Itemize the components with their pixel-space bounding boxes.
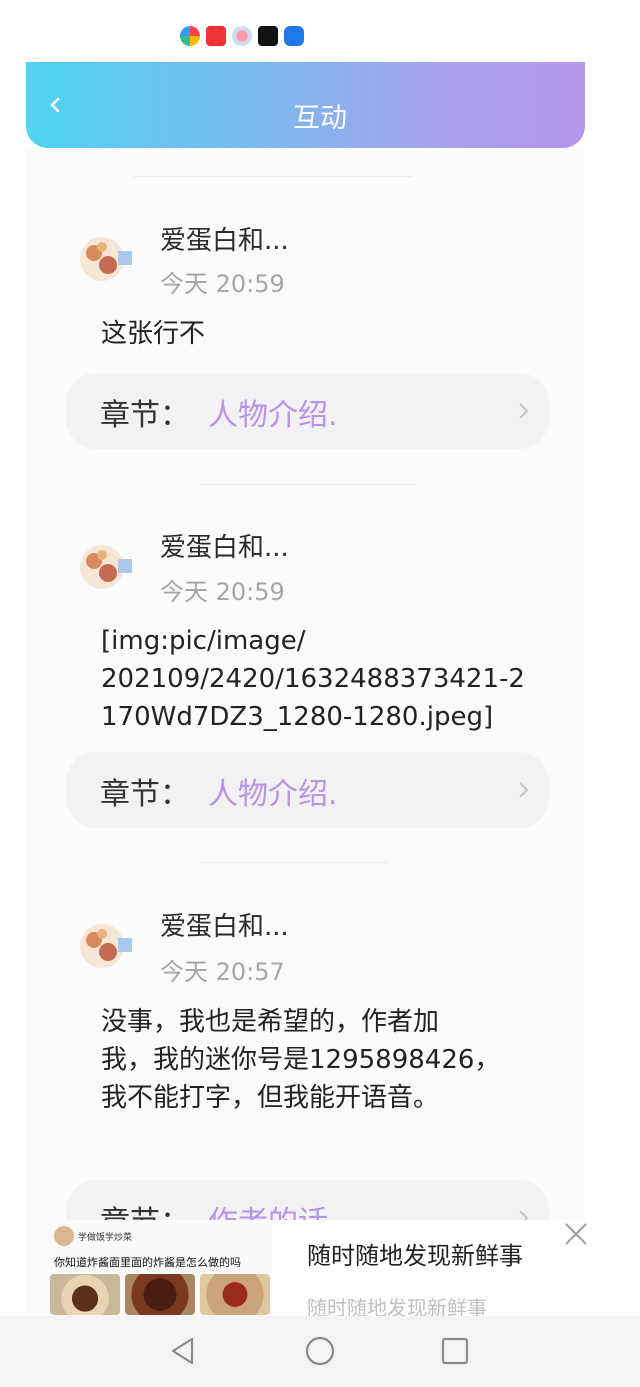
divider	[198, 484, 418, 485]
ad-banner[interactable]: 学做饭学炒菜 你知道炸酱面里面的炸酱是怎么做的吗 随时随地发现新鲜事 随时随地发…	[50, 1220, 587, 1320]
app-notification-icon	[180, 26, 200, 46]
ad-image[interactable]: 学做饭学炒菜 你知道炸酱面里面的炸酱是怎么做的吗	[50, 1220, 272, 1315]
comment-text: [img:pic/image/ 202109/2420/163248837342…	[101, 626, 525, 732]
food-photo	[50, 1274, 120, 1315]
weibo-icon	[232, 26, 252, 46]
comment-time: 今天 20:57	[160, 958, 285, 986]
chapter-label: 章节：	[100, 777, 190, 812]
toutiao-icon	[206, 26, 226, 46]
system-nav-bar	[0, 1316, 640, 1387]
notification-icons	[180, 26, 304, 46]
chevron-right-icon	[519, 782, 529, 798]
chapter-link[interactable]: 章节： 人物介绍.	[66, 373, 549, 449]
comment-time: 今天 20:59	[160, 270, 285, 298]
divider	[133, 176, 413, 177]
status-bar	[0, 0, 640, 60]
chapter-name: 人物介绍.	[208, 398, 338, 433]
home-circle-icon[interactable]	[305, 1336, 335, 1366]
ad-account-avatar	[54, 1226, 74, 1246]
comment-text: 这张行不	[101, 319, 206, 349]
tiktok-icon	[258, 26, 278, 46]
chevron-right-icon	[519, 403, 529, 419]
user-avatar[interactable]	[72, 912, 136, 976]
food-photo	[125, 1274, 195, 1315]
page-title: 互动	[293, 103, 347, 134]
ad-title[interactable]: 随时随地发现新鲜事	[307, 1236, 523, 1271]
divider	[198, 862, 388, 863]
ad-image-title: 你知道炸酱面里面的炸酱是怎么做的吗	[54, 1256, 241, 1269]
recents-square-icon[interactable]	[440, 1336, 470, 1366]
user-avatar[interactable]	[72, 533, 136, 597]
comment-time: 今天 20:59	[160, 578, 285, 606]
bulb-app-icon	[284, 26, 304, 46]
back-triangle-icon[interactable]	[168, 1336, 198, 1366]
close-icon[interactable]	[562, 1220, 590, 1248]
ad-image-account: 学做饭学炒菜	[78, 1232, 133, 1243]
ad-image-header: 学做饭学炒菜	[54, 1226, 132, 1246]
comment-text: 没事，我也是希望的，作者加 我，我的迷你号是1295898426， 我不能打字，…	[101, 1007, 501, 1113]
comment-username: 爱蛋白和...	[160, 533, 289, 563]
chapter-link[interactable]: 章节： 人物介绍.	[66, 752, 549, 828]
food-photo	[200, 1274, 270, 1315]
chapter-label: 章节：	[100, 398, 190, 433]
comment-username: 爱蛋白和...	[160, 226, 289, 256]
chapter-name: 人物介绍.	[208, 777, 338, 812]
user-avatar[interactable]	[72, 225, 136, 289]
comment-username: 爱蛋白和...	[160, 912, 289, 942]
